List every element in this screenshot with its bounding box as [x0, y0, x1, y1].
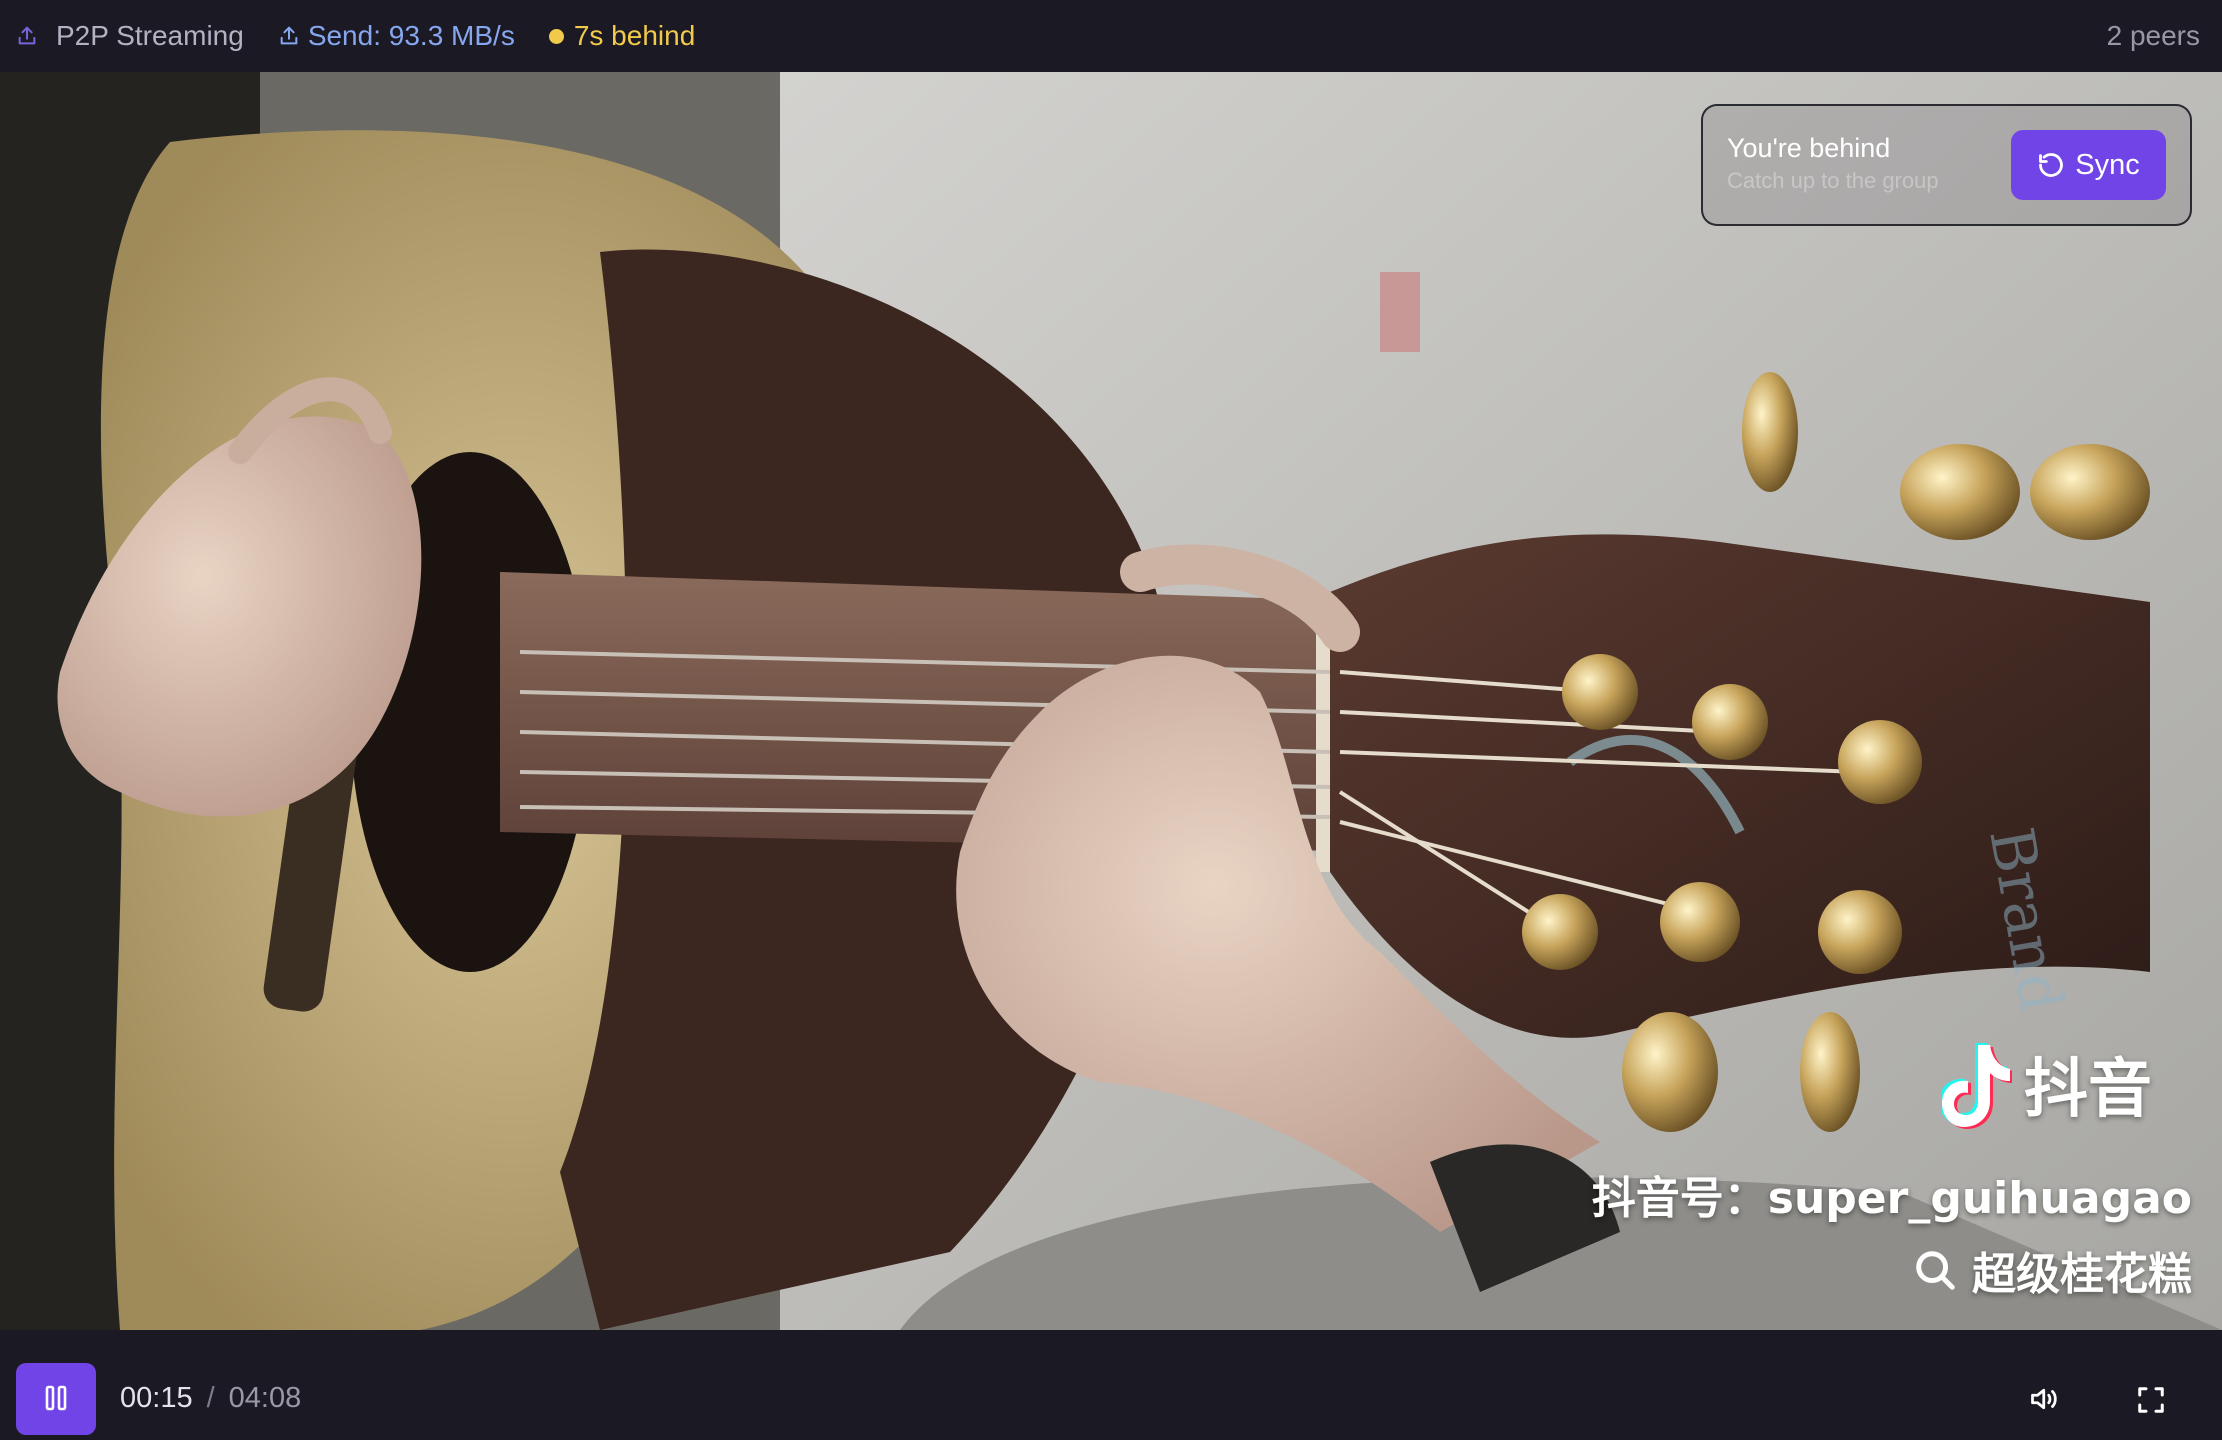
fullscreen-icon: [2136, 1385, 2166, 1418]
search-icon: [1912, 1247, 1958, 1293]
tiktok-note-icon: [1942, 1039, 2012, 1129]
video-scene-illustration: Brand: [0, 72, 2222, 1330]
pause-icon: [45, 1385, 67, 1414]
video-frame[interactable]: Brand You're behind Catch up to the grou…: [0, 72, 2222, 1330]
volume-button[interactable]: [2028, 1384, 2062, 1417]
pause-button[interactable]: [16, 1363, 96, 1435]
time-separator: /: [206, 1382, 215, 1414]
upload-icon: [278, 25, 300, 47]
fullscreen-button[interactable]: [2136, 1385, 2166, 1418]
sync-toast: You're behind Catch up to the group Sync: [1701, 104, 2192, 226]
player-controls: 00:15 / 04:08: [0, 1330, 2222, 1440]
status-bar: P2P Streaming Send: 93.3 MB/s 7s behind …: [0, 0, 2222, 72]
watermark-search-text: 超级桂花糕: [1972, 1249, 2192, 1300]
duration: 04:08: [228, 1382, 302, 1414]
sync-button-label: Sync: [2075, 148, 2140, 181]
peer-count: 2 peers: [2106, 20, 2200, 51]
current-time: 00:15: [120, 1382, 193, 1414]
streaming-mode: P2P Streaming: [16, 20, 244, 52]
watermark-handle: 抖音号：super_guihuagao: [1591, 1173, 2192, 1224]
sync-status: 7s behind: [548, 20, 696, 52]
tiktok-brand-text: 抖音: [2024, 1053, 2152, 1127]
send-rate-label: Send: 93.3 MB/s: [307, 20, 515, 51]
send-rate: Send: 93.3 MB/s: [278, 20, 515, 52]
tiktok-watermark-logo: 抖音: [1942, 1038, 2152, 1130]
rotate-ccw-icon: [2037, 151, 2065, 179]
volume-icon: [2028, 1384, 2062, 1417]
status-dot-icon: [548, 28, 564, 44]
sync-button[interactable]: Sync: [2011, 130, 2166, 200]
streaming-mode-label: P2P Streaming: [56, 20, 244, 51]
video-player-app: P2P Streaming Send: 93.3 MB/s 7s behind …: [0, 0, 2222, 1440]
sync-status-label: 7s behind: [573, 20, 696, 51]
upload-icon: [16, 25, 38, 47]
watermark-search: 超级桂花糕: [1912, 1238, 2192, 1302]
time-display: 00:15 / 04:08: [120, 1382, 301, 1415]
